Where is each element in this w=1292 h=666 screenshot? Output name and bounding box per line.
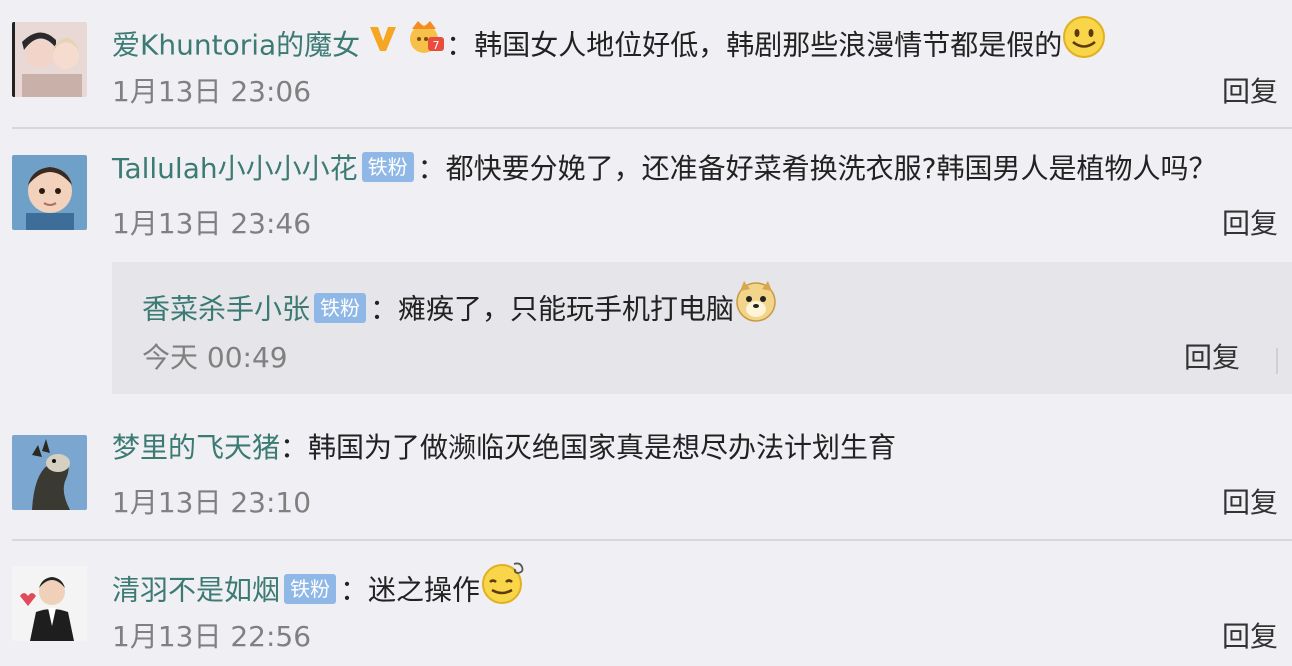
reply-button[interactable]: 回复	[1222, 204, 1278, 244]
comment-time: 1月13日 23:06	[112, 75, 312, 108]
username[interactable]: 清羽不是如烟	[112, 574, 280, 607]
colon: ：	[417, 152, 446, 185]
divider	[12, 127, 1292, 129]
avatar[interactable]	[12, 435, 87, 510]
colon: ：	[370, 292, 399, 326]
avatar[interactable]	[12, 22, 87, 97]
member-crown-icon: 7	[406, 19, 446, 68]
comment-line: 梦里的飞天猪：韩国为了做濒临灭绝国家真是想尽办法计划生育	[112, 426, 896, 470]
username[interactable]: 香菜杀手小张	[142, 293, 310, 326]
username[interactable]: 梦里的飞天猪	[112, 431, 280, 464]
comment-text: 韩国女人地位好低，韩剧那些浪漫情节都是假的	[474, 28, 1063, 62]
avatar[interactable]	[12, 155, 87, 230]
colon: ：	[280, 431, 309, 464]
verified-v-icon	[368, 22, 398, 66]
smile-emoji	[1062, 15, 1106, 72]
reply-button[interactable]: 回复	[1222, 483, 1278, 523]
comment-time: 1月13日 23:10	[112, 486, 312, 519]
fan-badge: 铁粉	[314, 292, 367, 323]
reply-button[interactable]: 回复	[1222, 617, 1278, 657]
fan-badge: 铁粉	[361, 152, 414, 182]
reply-text: 瘫痪了，只能玩手机打电脑	[398, 292, 735, 326]
comment-time: 1月13日 23:46	[112, 207, 312, 240]
comment-text: 都快要分娩了，还准备好菜肴换洗衣服?韩国男人是植物人吗？	[445, 152, 1217, 185]
avatar[interactable]	[12, 566, 87, 641]
username[interactable]: Tallulah小小小小花	[112, 152, 358, 185]
reply-time: 今天 00:49	[142, 341, 288, 374]
comment-line: 清羽不是如烟 铁粉 ：迷之操作	[112, 561, 528, 607]
username[interactable]: 爱Khuntoria的魔女	[112, 29, 360, 62]
separator	[1276, 348, 1278, 374]
sub-reply-line: 香菜杀手小张 铁粉 ：瘫痪了，只能玩手机打电脑	[142, 281, 778, 326]
fan-badge: 铁粉	[284, 573, 337, 604]
comment-text: 迷之操作	[368, 573, 481, 607]
colon: ：	[446, 28, 475, 62]
comment-line: 爱Khuntoria的魔女 7 ：韩国女人地位好低，韩剧那些浪漫情节都是假的	[112, 16, 1106, 62]
divider	[12, 539, 1292, 541]
reply-button[interactable]: 回复	[1184, 338, 1240, 378]
dizzy-emoji	[480, 558, 528, 619]
sub-reply-box: 香菜杀手小张 铁粉 ：瘫痪了，只能玩手机打电脑 今天 00:49 回复	[112, 262, 1292, 394]
doge-emoji	[734, 279, 778, 336]
colon: ：	[340, 573, 369, 607]
comment-line: Tallulah小小小小花 铁粉 ：都快要分娩了，还准备好菜肴换洗衣服?韩国男人是植…	[112, 147, 1217, 191]
comment-text: 韩国为了做濒临灭绝国家真是想尽办法计划生育	[308, 431, 897, 464]
reply-button[interactable]: 回复	[1222, 72, 1278, 112]
svg-text:7: 7	[433, 39, 440, 52]
comment-time: 1月13日 22:56	[112, 620, 312, 653]
